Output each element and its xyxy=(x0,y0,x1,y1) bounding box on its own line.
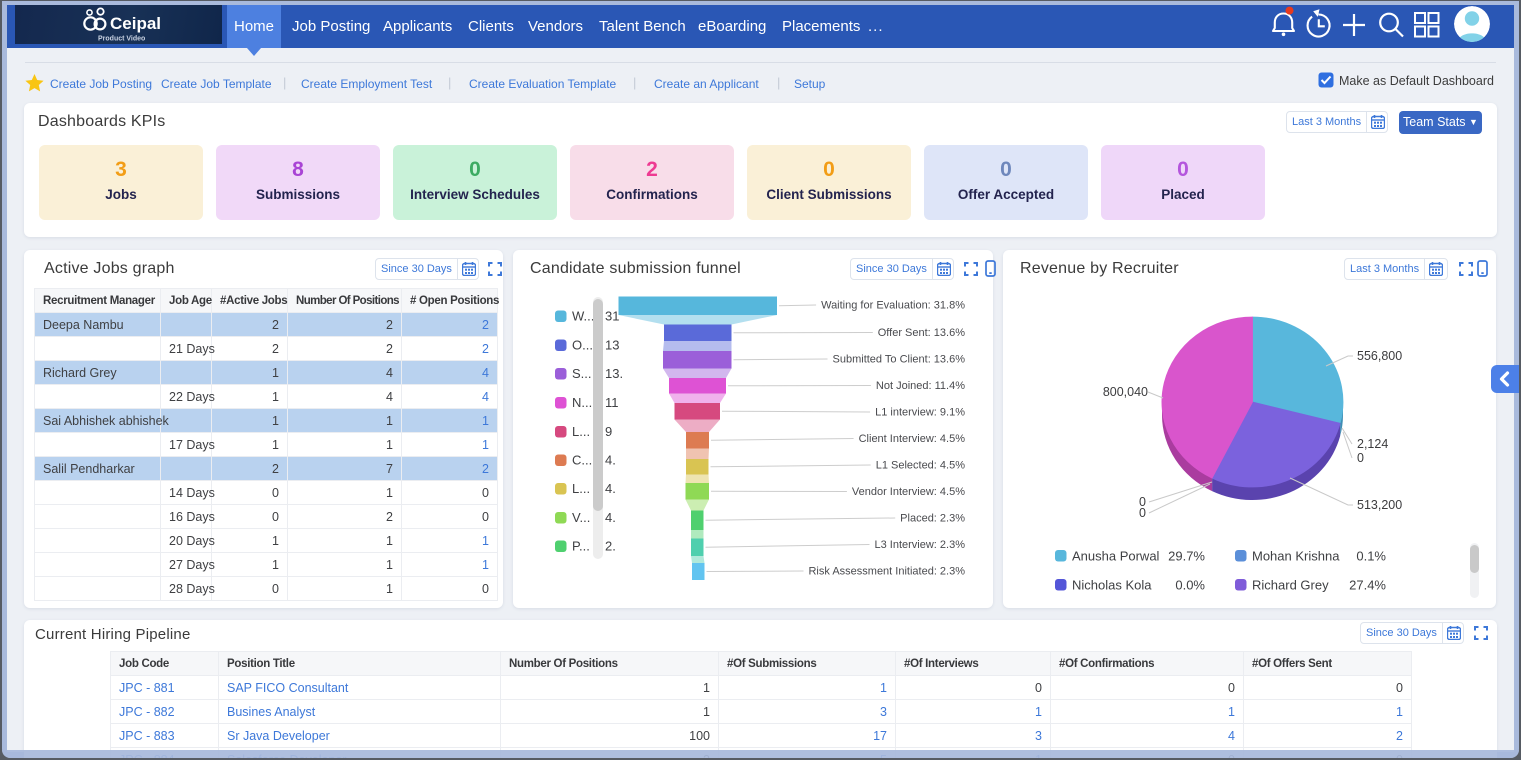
svg-text:L...: L... xyxy=(572,424,590,439)
svg-text:Ceipal: Ceipal xyxy=(110,14,161,33)
svg-text:800,040: 800,040 xyxy=(1103,385,1148,399)
svg-text:L1 interview: 9.1%: L1 interview: 9.1% xyxy=(875,407,965,419)
svg-text:S...: S... xyxy=(572,366,592,381)
svg-text:9: 9 xyxy=(605,424,612,439)
svg-text:2.: 2. xyxy=(605,539,616,554)
svg-text:0: 0 xyxy=(1139,506,1146,520)
svg-text:P...: P... xyxy=(572,539,590,554)
svg-text:13: 13 xyxy=(605,338,619,353)
svg-text:Risk Assessment Initiated: 2.3: Risk Assessment Initiated: 2.3% xyxy=(808,566,965,578)
svg-text:Offer Sent: 13.6%: Offer Sent: 13.6% xyxy=(878,327,965,339)
svg-text:Vendor Interview: 4.5%: Vendor Interview: 4.5% xyxy=(852,486,965,498)
svg-text:Not Joined: 11.4%: Not Joined: 11.4% xyxy=(876,380,965,392)
svg-text:Mohan Krishna: Mohan Krishna xyxy=(1252,549,1340,564)
svg-text:Client Interview: 4.5%: Client Interview: 4.5% xyxy=(859,433,966,445)
svg-text:Placed: 2.3%: Placed: 2.3% xyxy=(900,513,965,525)
svg-text:27.4%: 27.4% xyxy=(1349,578,1386,593)
svg-text:Product Video: Product Video xyxy=(98,36,145,43)
svg-text:4.: 4. xyxy=(605,510,616,525)
svg-text:L...: L... xyxy=(572,481,590,496)
svg-text:Richard Grey: Richard Grey xyxy=(1252,578,1329,593)
svg-text:L3 Interview: 2.3%: L3 Interview: 2.3% xyxy=(875,539,966,551)
svg-text:Submitted To Client: 13.6%: Submitted To Client: 13.6% xyxy=(833,354,966,366)
svg-text:Waiting for Evaluation: 31.8%: Waiting for Evaluation: 31.8% xyxy=(821,300,965,312)
svg-text:2,124: 2,124 xyxy=(1357,437,1388,451)
svg-text:0.1%: 0.1% xyxy=(1356,549,1386,564)
svg-text:Anusha Porwal: Anusha Porwal xyxy=(1072,549,1160,564)
svg-text:W...: W... xyxy=(572,309,594,324)
svg-text:Nicholas Kola: Nicholas Kola xyxy=(1072,578,1152,593)
svg-text:O...: O... xyxy=(572,338,593,353)
svg-text:0: 0 xyxy=(1357,451,1364,465)
svg-text:29.7%: 29.7% xyxy=(1168,549,1205,564)
svg-text:L1 Selected: 4.5%: L1 Selected: 4.5% xyxy=(876,460,966,472)
svg-text:4.: 4. xyxy=(605,481,616,496)
svg-text:0.0%: 0.0% xyxy=(1175,578,1205,593)
svg-text:4.: 4. xyxy=(605,453,616,468)
svg-text:C...: C... xyxy=(572,453,592,468)
svg-text:556,800: 556,800 xyxy=(1357,349,1402,363)
svg-text:V...: V... xyxy=(572,510,590,525)
svg-text:N...: N... xyxy=(572,395,592,410)
svg-text:13.: 13. xyxy=(605,366,623,381)
svg-text:31: 31 xyxy=(605,309,619,324)
svg-text:513,200: 513,200 xyxy=(1357,498,1402,512)
svg-text:11: 11 xyxy=(605,395,619,410)
